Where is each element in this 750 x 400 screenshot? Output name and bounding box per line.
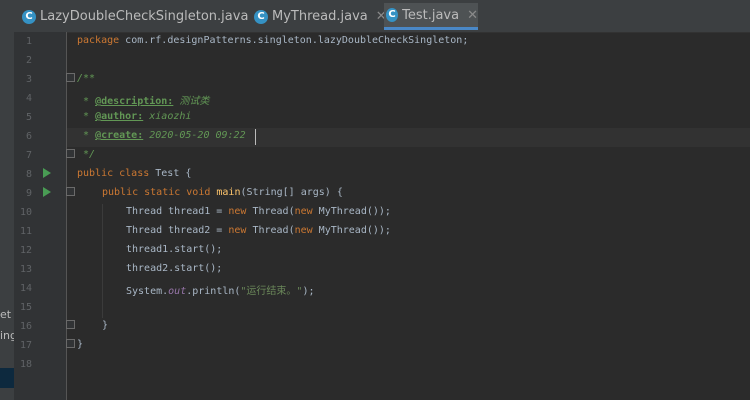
keyword: public static void (102, 187, 211, 198)
tab-lazydoublechecksingleton[interactable]: C LazyDoubleCheckSingleton.java ✕ (20, 3, 267, 30)
indent-guide (102, 204, 103, 318)
code-text: thread1.start(); (126, 244, 223, 255)
code-line-5[interactable]: * @author: xiaozhi (77, 111, 191, 122)
code-text: ); (302, 286, 315, 297)
code-line-17[interactable]: } (77, 339, 83, 350)
doc-comment: * (77, 96, 96, 107)
tab-mythread[interactable]: C MyThread.java ✕ (252, 3, 387, 30)
doc-comment: */ (77, 149, 96, 160)
code-line-12[interactable]: thread1.start(); (126, 244, 222, 255)
doc-tag: @author: (95, 111, 144, 122)
code-line-14[interactable]: System.out.println("运行结束。"); (126, 282, 315, 297)
closing-brace: } (102, 320, 109, 331)
line-number: 12 (19, 245, 32, 256)
code-text: Thread( (246, 206, 295, 217)
method-signature: (String[] args) { (240, 187, 343, 198)
line-number: 16 (19, 321, 32, 332)
line-number: 15 (19, 302, 32, 313)
code-line-3[interactable]: /** (77, 73, 95, 84)
line-number: 17 (19, 340, 32, 351)
fold-icon[interactable] (66, 339, 75, 348)
line-number: 6 (25, 131, 32, 142)
run-class-icon[interactable] (43, 168, 51, 178)
java-class-icon: C (254, 9, 268, 24)
editor-tab-bar: C LazyDoubleCheckSingleton.java ✕ C MyTh… (0, 0, 750, 33)
code-line-9[interactable]: public static void main(String[] args) { (102, 187, 343, 198)
closing-brace: } (77, 339, 84, 350)
project-item-fragment[interactable]: et (0, 308, 14, 321)
java-class-icon: C (386, 8, 399, 22)
code-text: Thread thread2 = (126, 225, 229, 236)
text-caret (255, 129, 256, 145)
code-line-1[interactable]: package com.rf.designPatterns.singleton.… (77, 35, 468, 46)
code-line-6[interactable]: * @create: 2020-05-20 09:22 (77, 130, 246, 141)
line-number: 9 (25, 188, 32, 199)
tab-label: LazyDoubleCheckSingleton.java (40, 9, 249, 24)
doc-value: 测试类 (173, 96, 210, 107)
line-number: 13 (19, 264, 32, 275)
keyword: new (294, 225, 313, 236)
string-literal: "运行结束。" (240, 286, 303, 297)
code-line-8[interactable]: public class Test { (77, 168, 191, 179)
fold-icon[interactable] (66, 149, 75, 158)
code-text: MyThread()); (312, 206, 391, 217)
code-text: System. (126, 286, 169, 297)
code-line-11[interactable]: Thread thread2 = new Thread(new MyThread… (126, 225, 391, 236)
code-text: Thread( (246, 225, 295, 236)
line-number: 4 (25, 93, 32, 104)
tab-label: MyThread.java (272, 9, 368, 24)
line-number: 3 (25, 74, 32, 85)
doc-comment: /** (77, 73, 96, 84)
method-name: main (210, 187, 241, 198)
code-line-16[interactable]: } (102, 320, 108, 331)
line-number: 5 (25, 112, 32, 123)
fold-icon[interactable] (66, 320, 75, 329)
project-item-fragment[interactable]: ing (0, 329, 14, 342)
fold-icon[interactable] (66, 73, 75, 82)
code-line-13[interactable]: thread2.start(); (126, 263, 222, 274)
code-text: Thread thread1 = (126, 206, 229, 217)
code-text: MyThread()); (312, 225, 391, 236)
line-number: 18 (19, 359, 32, 370)
java-class-icon: C (22, 9, 36, 24)
keyword: new (228, 225, 247, 236)
line-number: 2 (25, 55, 32, 66)
keyword: package (77, 35, 120, 46)
line-number: 11 (19, 226, 32, 237)
static-field: out (168, 286, 187, 297)
project-selection-highlight (0, 368, 14, 388)
code-line-7[interactable]: */ (77, 149, 95, 160)
run-method-icon[interactable] (43, 187, 51, 197)
doc-tag: @description: (95, 96, 174, 107)
code-line-10[interactable]: Thread thread1 = new Thread(new MyThread… (126, 206, 391, 217)
tab-label: Test.java (402, 7, 460, 23)
keyword: new (294, 206, 313, 217)
project-panel-edge[interactable]: et ing (0, 32, 14, 400)
class-declaration: Test { (149, 168, 192, 179)
line-number: 1 (25, 36, 32, 47)
tab-test[interactable]: C Test.java ✕ (384, 3, 478, 30)
doc-value: 2020-05-20 09:22 (143, 130, 246, 141)
doc-tag: @create: (95, 130, 144, 141)
doc-comment: * (77, 111, 96, 122)
keyword: public class (77, 168, 150, 179)
doc-value: xiaozhi (143, 111, 192, 122)
doc-comment: * (77, 130, 96, 141)
line-number: 10 (19, 207, 32, 218)
code-text: .println( (186, 286, 241, 297)
fold-icon[interactable] (66, 187, 75, 196)
keyword: new (228, 206, 247, 217)
line-number: 7 (25, 150, 32, 161)
code-line-4[interactable]: * @description: 测试类 (77, 92, 209, 107)
code-text: thread2.start(); (126, 263, 223, 274)
line-number: 14 (19, 283, 32, 294)
package-name: com.rf.designPatterns.singleton.lazyDoub… (119, 35, 469, 46)
close-icon[interactable]: ✕ (467, 8, 478, 23)
line-number: 8 (25, 169, 32, 180)
